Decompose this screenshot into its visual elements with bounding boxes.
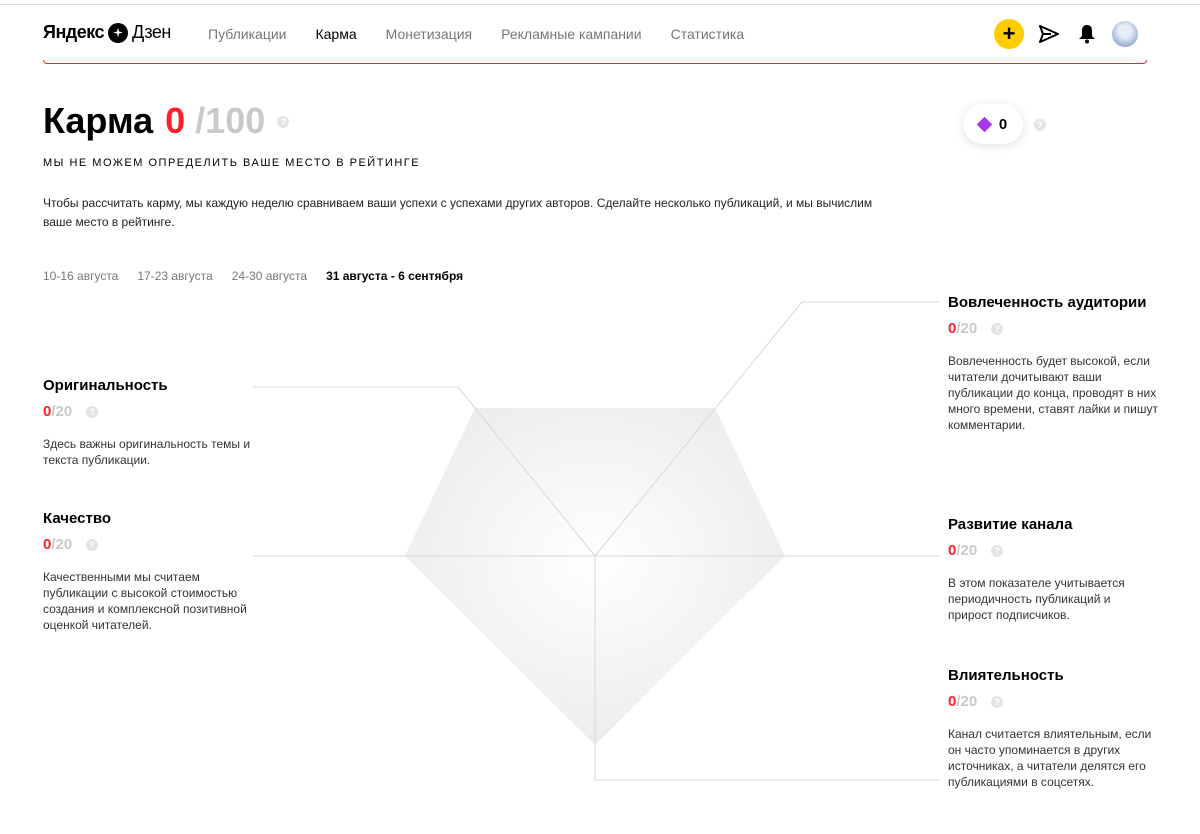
metric-description: В этом показателе учитывается периодично… (948, 576, 1125, 622)
metric-channel-development: Развитие канала 0/20 ? В этом показателе… (948, 516, 1148, 623)
metric-title: Качество (43, 510, 112, 527)
metric-value: 0/20 ? (948, 542, 1148, 559)
metric-influence: Влиятельность 0/20 ? Канал считается вли… (948, 667, 1153, 790)
metric-score: 0 (948, 320, 957, 337)
metric-score: 0 (948, 542, 957, 559)
metric-score: 0 (43, 536, 52, 553)
metric-description: Канал считается влиятельным, если он час… (948, 727, 1152, 789)
metric-score: 0 (43, 403, 52, 420)
metric-max: /20 (51, 403, 73, 420)
metric-value: 0/20 ? (43, 403, 253, 420)
metric-title: Вовлеченность аудитории (948, 294, 1147, 311)
metric-engagement: Вовлеченность аудитории 0/20 ? Вовлеченн… (948, 294, 1158, 433)
help-icon[interactable]: ? (86, 405, 99, 418)
help-icon[interactable]: ? (991, 322, 1004, 335)
metric-max: /20 (956, 542, 978, 559)
metric-value: 0/20 ? (948, 693, 1153, 710)
metric-max: /20 (51, 536, 73, 553)
metric-originality: Оригинальность 0/20 ? Здесь важны оригин… (43, 377, 253, 468)
metric-description: Вовлеченность будет высокой, если читате… (948, 354, 1158, 432)
metric-title: Развитие канала (948, 516, 1073, 533)
metric-value: 0/20 ? (43, 536, 253, 553)
metric-title: Влиятельность (948, 667, 1064, 684)
help-icon[interactable]: ? (991, 695, 1004, 708)
help-icon[interactable]: ? (86, 538, 99, 551)
metric-quality: Качество 0/20 ? Качественными мы считаем… (43, 510, 253, 633)
metric-max: /20 (956, 320, 978, 337)
help-icon[interactable]: ? (991, 544, 1004, 557)
metric-description: Здесь важны оригинальность темы и текста… (43, 437, 251, 467)
metric-description: Качественными мы считаем публикации с вы… (43, 570, 247, 632)
metric-score: 0 (948, 693, 957, 710)
metric-max: /20 (956, 693, 978, 710)
metric-title: Оригинальность (43, 377, 168, 394)
metric-value: 0/20 ? (948, 320, 1158, 337)
